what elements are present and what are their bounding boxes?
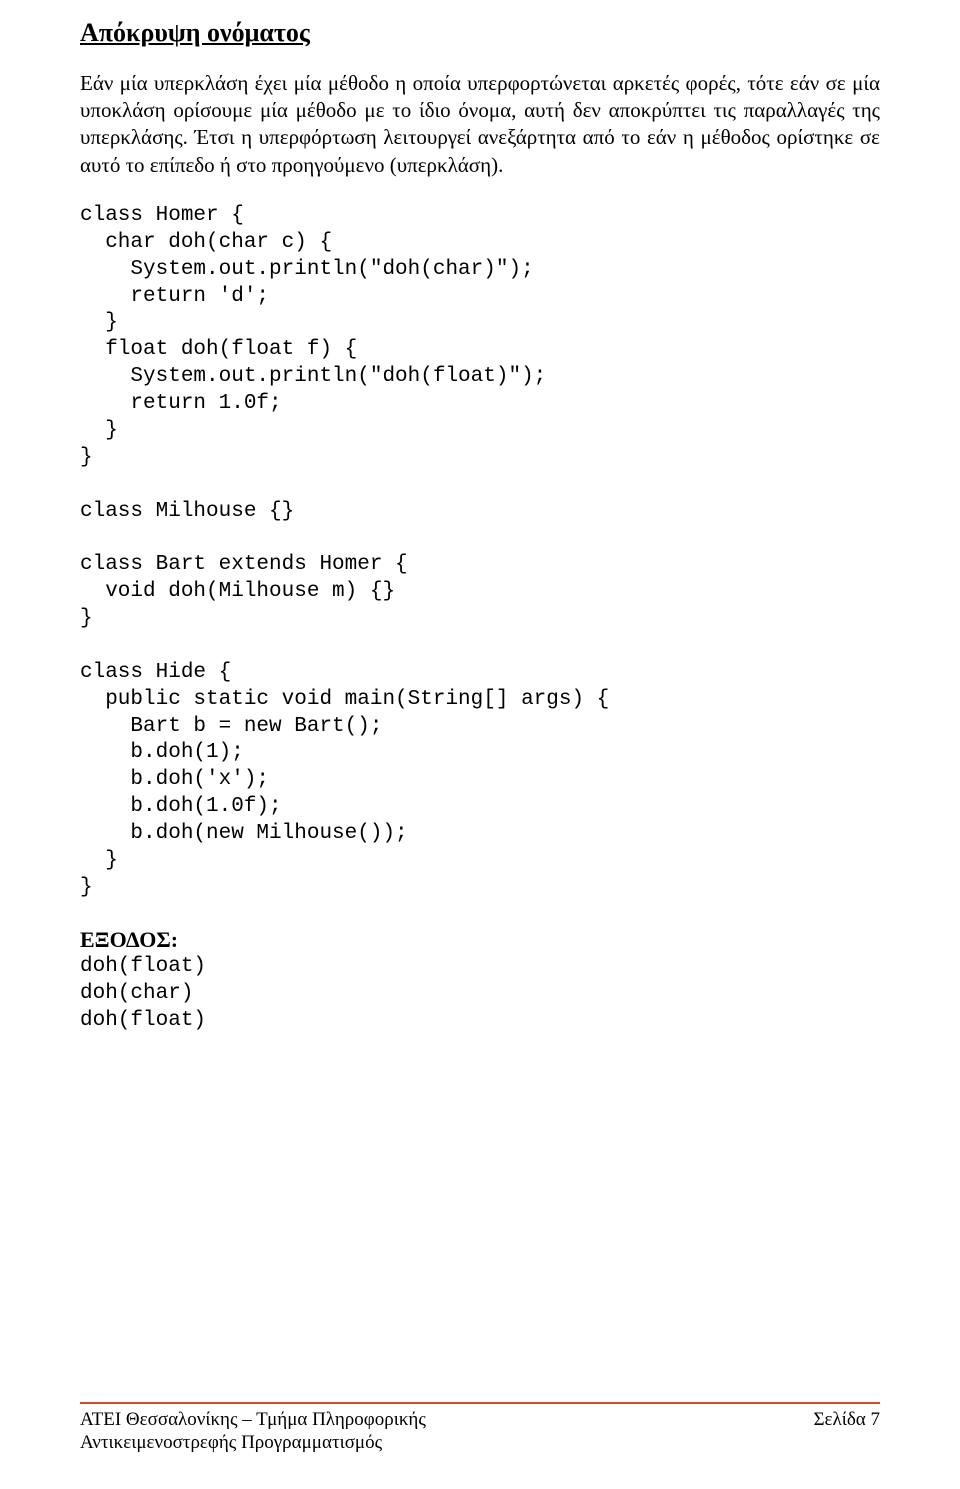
- output-section: ΕΞΟΔΟΣ: doh(float) doh(char) doh(float): [80, 926, 880, 1035]
- footer-page-number: Σελίδα 7: [813, 1408, 880, 1456]
- intro-paragraph: Εάν μία υπερκλάση έχει μία μέθοδο η οποί…: [80, 70, 880, 179]
- page-footer: ΑΤΕΙ Θεσσαλονίκης – Τμήμα Πληροφορικής Α…: [80, 1402, 880, 1456]
- output-label: ΕΞΟΔΟΣ:: [80, 927, 178, 952]
- footer-institution: ΑΤΕΙ Θεσσαλονίκης – Τμήμα Πληροφορικής: [80, 1408, 426, 1432]
- footer-divider: [80, 1402, 880, 1404]
- code-listing: class Homer { char doh(char c) { System.…: [80, 203, 880, 902]
- footer-course: Αντικειμενοστρεφής Προγραμματισμός: [80, 1431, 426, 1455]
- output-text: doh(float) doh(char) doh(float): [80, 954, 880, 1035]
- section-heading: Απόκρυψη ονόματος: [74, 16, 880, 50]
